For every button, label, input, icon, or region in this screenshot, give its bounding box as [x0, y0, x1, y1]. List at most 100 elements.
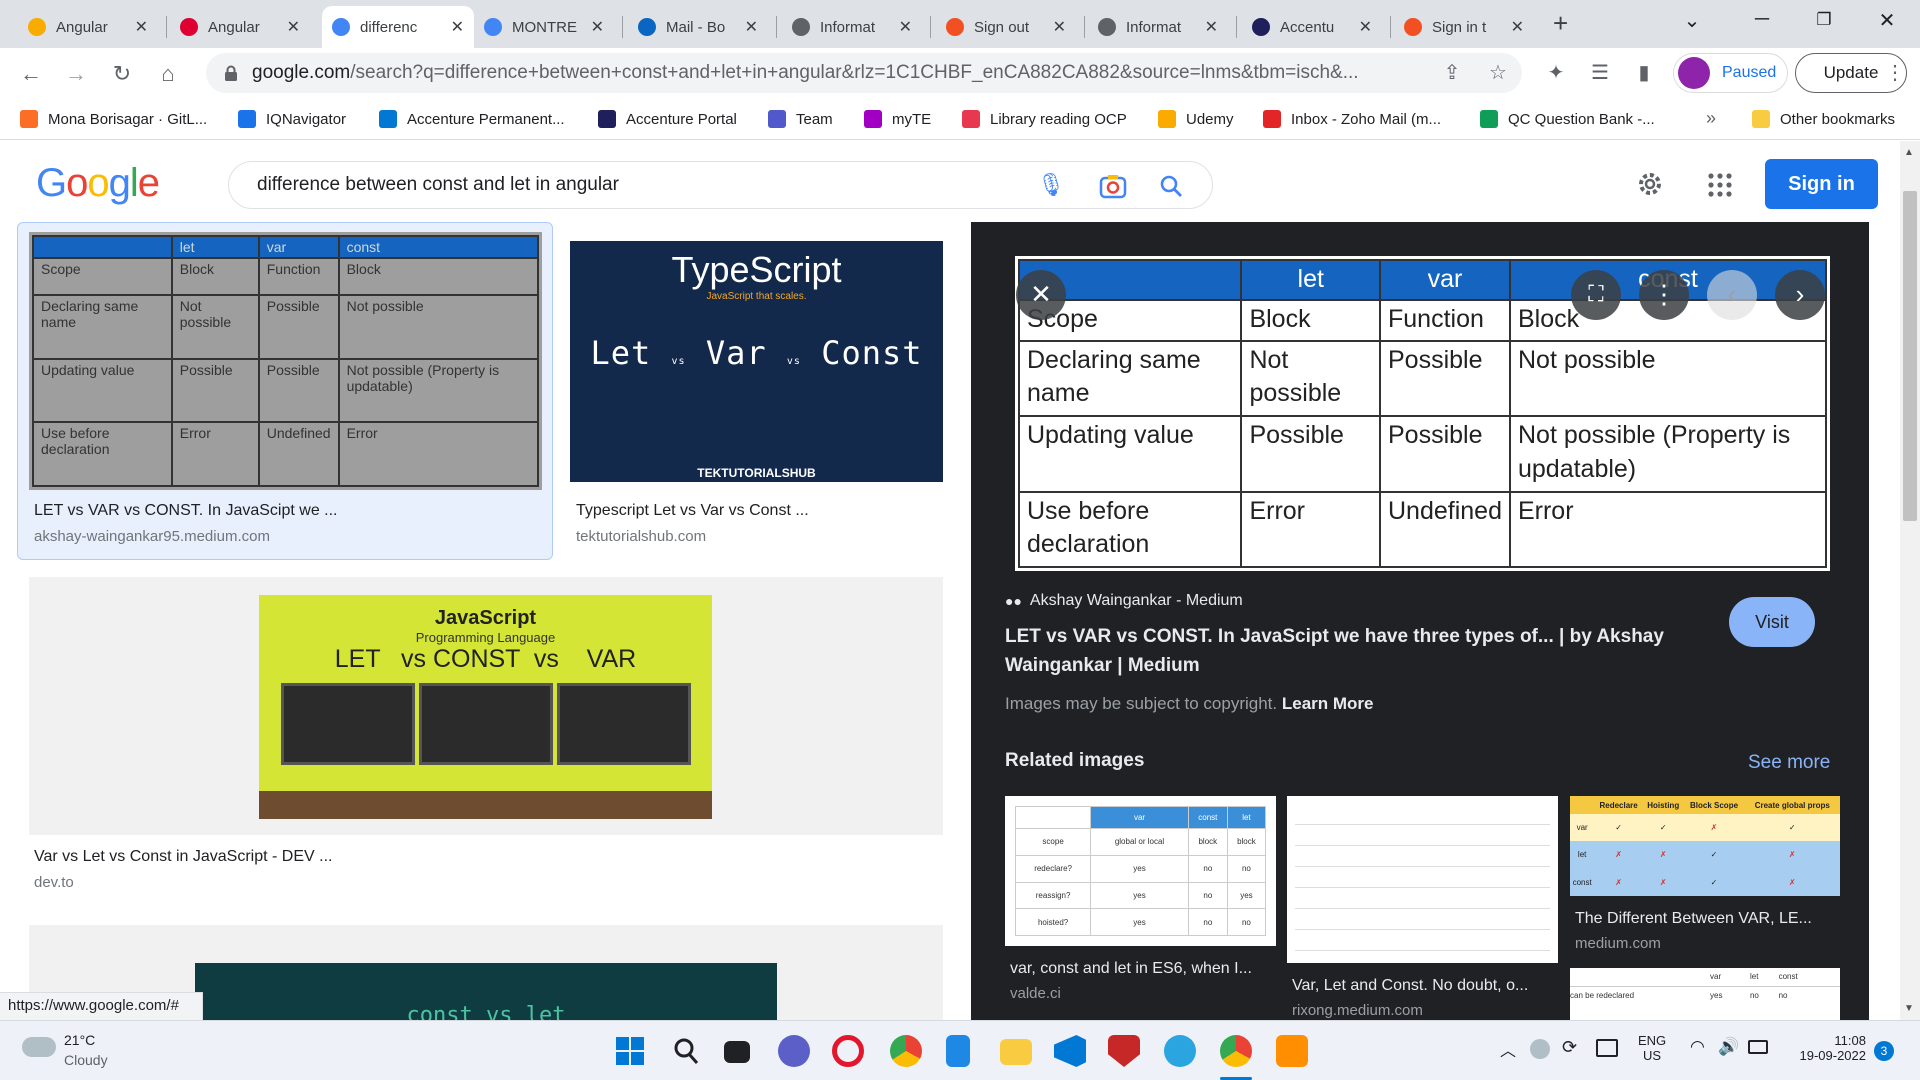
clock[interactable]: 11:08 19-09-2022 — [1786, 1033, 1867, 1063]
related-image-2[interactable] — [1287, 796, 1558, 963]
typescript-thumbnail[interactable]: TypeScript JavaScript that scales. Let v… — [570, 241, 943, 482]
notification-badge[interactable]: 3 — [1874, 1041, 1894, 1061]
panel-source[interactable]: ●● Akshay Waingankar - Medium — [1005, 592, 1243, 610]
bookmark-item[interactable]: Udemy — [1158, 110, 1234, 128]
page-scrollbar[interactable]: ▲ ▼ — [1900, 141, 1920, 1020]
more-options-icon[interactable]: ⋮ — [1639, 270, 1689, 320]
sign-in-button[interactable]: Sign in — [1765, 159, 1878, 209]
tab-2[interactable]: differenc ✕ — [322, 6, 474, 48]
weather-temp[interactable]: 21°C — [64, 1032, 95, 1048]
settings-gear-icon[interactable] — [1635, 169, 1665, 199]
related-title-2[interactable]: Var, Let and Const. No doubt, o... — [1292, 977, 1528, 995]
other-bookmarks[interactable]: Other bookmarks — [1752, 110, 1895, 128]
related-image-3[interactable]: Redeclare Hoisting Block Scope Create globa… — [1570, 796, 1840, 896]
teams-chat-icon[interactable] — [778, 1035, 810, 1067]
vscode-icon[interactable] — [1054, 1035, 1086, 1067]
close-tab-icon[interactable]: ✕ — [591, 17, 604, 37]
result-source[interactable]: tektutorialshub.com — [576, 528, 706, 545]
minimize-icon[interactable]: ─ — [1742, 8, 1782, 31]
comparison-table-thumbnail[interactable]: let var const Scope Block Function Block Decl… — [29, 232, 542, 490]
battery-icon[interactable] — [1748, 1040, 1768, 1054]
search-inside-image-icon[interactable]: ⛶ — [1571, 270, 1621, 320]
close-tab-icon[interactable]: ✕ — [287, 17, 300, 37]
const-vs-let-thumbnail[interactable]: const vs let — [195, 963, 777, 1020]
opera-icon[interactable] — [832, 1035, 864, 1067]
tab-5[interactable]: Informat ✕ — [782, 6, 922, 48]
wifi-icon[interactable]: ◠ — [1690, 1037, 1705, 1057]
close-tab-icon[interactable]: ✕ — [1053, 17, 1066, 37]
related-source-3[interactable]: medium.com — [1575, 935, 1661, 952]
javascript-thumbnail[interactable]: JavaScript Programming Language LET vs C… — [259, 595, 712, 819]
related-source-1[interactable]: valde.ci — [1010, 985, 1061, 1002]
google-logo[interactable]: Google — [36, 161, 160, 206]
camera-lens-icon[interactable] — [1099, 173, 1127, 199]
close-tab-icon[interactable]: ✕ — [451, 17, 464, 37]
panel-title[interactable]: LET vs VAR vs CONST. In JavaScipt we hav… — [1005, 622, 1705, 680]
close-tab-icon[interactable]: ✕ — [1511, 17, 1524, 37]
search-input[interactable]: difference between const and let in angu… — [228, 161, 1213, 209]
bookmark-item[interactable]: Team — [768, 110, 833, 128]
restore-icon[interactable]: ❐ — [1804, 10, 1844, 30]
close-tab-icon[interactable]: ✕ — [899, 17, 912, 37]
back-icon[interactable]: ← — [15, 58, 47, 90]
bookmarks-more-icon[interactable]: » — [1706, 108, 1716, 129]
share-icon[interactable]: ⇪ — [1437, 60, 1467, 85]
visit-button[interactable]: Visit — [1729, 597, 1815, 647]
menu-dots-icon[interactable]: ⋮ — [1880, 60, 1910, 85]
microphone-icon[interactable]: 🎙 — [1037, 172, 1065, 198]
weather-desc[interactable]: Cloudy — [64, 1052, 108, 1068]
extensions-icon[interactable]: ✦ — [1541, 60, 1571, 85]
apps-grid-icon[interactable] — [1708, 173, 1732, 197]
scrollbar-thumb[interactable] — [1903, 191, 1917, 521]
chrome-icon[interactable] — [890, 1035, 922, 1067]
result-title[interactable]: LET vs VAR vs CONST. In JavaScipt we ... — [34, 502, 338, 520]
bookmark-item[interactable]: Inbox - Zoho Mail (m... — [1263, 110, 1441, 128]
close-preview-icon[interactable]: ✕ — [1016, 270, 1066, 320]
language-indicator[interactable]: ENG US — [1638, 1033, 1666, 1063]
tab-1[interactable]: Angular ✕ — [170, 6, 310, 48]
result-source[interactable]: dev.to — [34, 874, 74, 891]
tab-3[interactable]: MONTRE ✕ — [474, 6, 614, 48]
mcafee-icon[interactable] — [1108, 1035, 1140, 1067]
see-more-link[interactable]: See more — [1748, 752, 1830, 774]
close-tab-icon[interactable]: ✕ — [1359, 17, 1372, 37]
profile-paused-button[interactable]: Paused — [1673, 53, 1788, 93]
close-window-icon[interactable]: ✕ — [1867, 8, 1907, 33]
onedrive-icon[interactable] — [1530, 1039, 1550, 1059]
telegram-icon[interactable] — [1164, 1035, 1196, 1067]
sync-icon[interactable]: ⟳ — [1562, 1037, 1577, 1058]
previous-image-icon[interactable]: ‹ — [1707, 270, 1757, 320]
bookmark-item[interactable]: QC Question Bank -... — [1480, 110, 1655, 128]
bookmark-item[interactable]: Library reading OCP — [962, 110, 1127, 128]
windows-start-icon[interactable] — [614, 1035, 646, 1067]
bookmark-item[interactable]: Accenture Portal — [598, 110, 737, 128]
tab-search-icon[interactable]: ⌄ — [1672, 8, 1712, 33]
result-title[interactable]: Typescript Let vs Var vs Const ... — [576, 502, 809, 520]
bookmark-item[interactable]: Accenture Permanent... — [379, 110, 565, 128]
related-image-1[interactable]: var const let scope global or local block blo… — [1005, 796, 1276, 946]
related-image-4[interactable]: var let const can be redeclared yes no no — [1570, 968, 1840, 1020]
task-view-icon[interactable] — [724, 1041, 750, 1063]
close-tab-icon[interactable]: ✕ — [745, 17, 758, 37]
next-image-icon[interactable]: › — [1775, 270, 1825, 320]
reload-icon[interactable]: ↻ — [106, 58, 138, 90]
address-bar[interactable]: google.com/search?q=difference+between+c… — [206, 53, 1522, 93]
volume-icon[interactable]: 🔊 — [1718, 1037, 1739, 1057]
bookmark-item[interactable]: Mona Borisagar · GitL... — [20, 110, 207, 128]
scroll-up-icon[interactable]: ▲ — [1904, 147, 1914, 158]
related-source-2[interactable]: rixong.medium.com — [1292, 1002, 1423, 1019]
tab-8[interactable]: Accentu ✕ — [1242, 6, 1382, 48]
file-explorer-icon[interactable] — [1000, 1039, 1032, 1065]
tab-9[interactable]: Sign in t ✕ — [1394, 6, 1534, 48]
learn-more-link[interactable]: Learn More — [1282, 694, 1374, 713]
result-source[interactable]: akshay-waingankar95.medium.com — [34, 528, 270, 545]
home-icon[interactable]: ⌂ — [152, 58, 184, 90]
tab-0[interactable]: Angular ✕ — [18, 6, 158, 48]
side-panel-icon[interactable]: ▮ — [1629, 60, 1659, 85]
tab-4[interactable]: Mail - Bo ✕ — [628, 6, 768, 48]
chrome-active-icon[interactable] — [1220, 1035, 1252, 1067]
scroll-down-icon[interactable]: ▼ — [1904, 1003, 1914, 1014]
taskbar-search-icon[interactable] — [670, 1035, 702, 1067]
show-hidden-icons-icon[interactable]: ︿ — [1500, 1037, 1516, 1061]
reading-list-icon[interactable]: ☰ — [1585, 60, 1615, 85]
